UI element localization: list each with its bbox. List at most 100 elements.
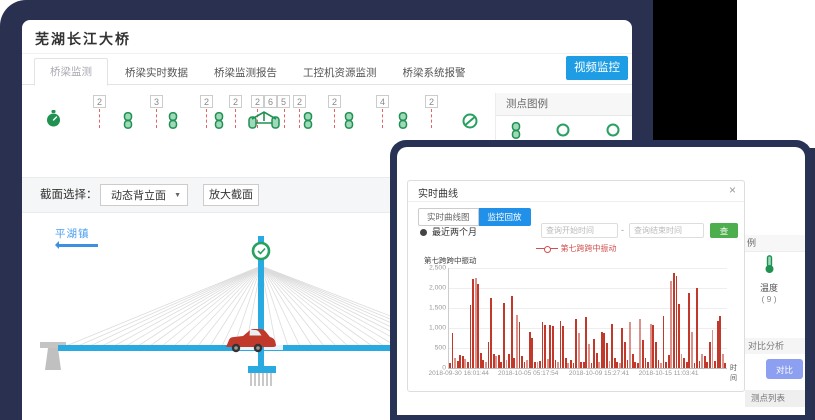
query-start-input[interactable] bbox=[541, 223, 618, 238]
abutment bbox=[40, 342, 66, 348]
sensor-count: 2 bbox=[425, 95, 438, 108]
title-divider bbox=[22, 53, 632, 54]
tab-ipc-resource[interactable]: 工控机资源监测 bbox=[303, 60, 377, 86]
vibration-chart: 第七跨跨中振动 05001,0001,5002,0002,5002018-09-… bbox=[418, 255, 736, 387]
sensor-count-group: 2 bbox=[229, 95, 242, 108]
chart-x-axis-name: 时间 bbox=[730, 363, 737, 383]
y-tick-label: 500 bbox=[435, 345, 446, 352]
temperature-legend-item[interactable]: 温度 ( 9 ) bbox=[749, 255, 789, 304]
section-select-label: 截面选择： bbox=[40, 178, 98, 212]
range-separator: - bbox=[621, 225, 624, 235]
curve-dialog: 实时曲线 × 实时曲线图监控回放 最近两个月 - 查询 第七跨跨中振动 第七跨跨… bbox=[407, 180, 745, 392]
modal-window-content: 实时曲线 × 实时曲线图监控回放 最近两个月 - 查询 第七跨跨中振动 第七跨跨… bbox=[397, 147, 805, 415]
x-tick-label: 2018-10-15 11:03:41 bbox=[639, 370, 699, 377]
sensor-count: 2 bbox=[93, 95, 106, 108]
video-monitor-button[interactable]: 视频监控 bbox=[566, 56, 628, 80]
y-tick-label: 1,500 bbox=[429, 305, 446, 312]
bridge-cluster-sensor-icon[interactable] bbox=[248, 111, 280, 134]
close-icon[interactable]: × bbox=[729, 183, 736, 197]
sensor-count-group: 2 bbox=[93, 95, 106, 108]
zoom-section-button[interactable]: 放大截面 bbox=[203, 184, 259, 206]
x-tick-label: 2018-09-30 16:01:44 bbox=[429, 370, 489, 377]
pylon-sensor-icon[interactable] bbox=[253, 243, 269, 259]
sensor-count: 3 bbox=[150, 95, 163, 108]
sensor-dash-line bbox=[431, 109, 432, 128]
x-tick-label: 2018-10-09 15:27:41 bbox=[569, 370, 629, 377]
tab-realtime-data[interactable]: 桥梁实时数据 bbox=[125, 60, 188, 86]
legend-series-label: 第七跨跨中振动 bbox=[561, 244, 617, 253]
background-black-area bbox=[653, 0, 737, 140]
sensor-count: 5 bbox=[277, 95, 290, 108]
link-sensor-icon[interactable] bbox=[302, 112, 314, 134]
modal-window: 实时曲线 × 实时曲线图监控回放 最近两个月 - 查询 第七跨跨中振动 第七跨跨… bbox=[390, 140, 812, 420]
ban-sensor-icon[interactable] bbox=[462, 113, 478, 134]
page-title: 芜湖长江大桥 bbox=[35, 29, 131, 49]
link-sensor-icon[interactable] bbox=[122, 112, 134, 134]
sensor-dash-line bbox=[235, 109, 236, 128]
dialog-title: 实时曲线 bbox=[418, 185, 458, 200]
sensor-dash-line bbox=[382, 109, 383, 128]
sensor-dash-line bbox=[206, 109, 207, 128]
sensor-count: 4 bbox=[376, 95, 389, 108]
link-sensor-icon[interactable] bbox=[213, 112, 225, 134]
radio-dot-icon bbox=[420, 229, 427, 236]
place-name-label: 平湖镇 bbox=[55, 226, 90, 241]
dialog-header: 实时曲线 × bbox=[408, 181, 744, 202]
sensor-count-group: 3 bbox=[150, 95, 163, 108]
tab-system-alarm[interactable]: 桥梁系统报警 bbox=[403, 60, 466, 86]
chart-plot: 05001,0001,5002,0002,5002018-09-30 16:01… bbox=[448, 268, 727, 369]
sensor-count: 2 bbox=[229, 95, 242, 108]
query-button[interactable]: 查询 bbox=[710, 223, 738, 238]
dialog-tab-bar: 实时曲线图监控回放 bbox=[418, 207, 531, 226]
recent-two-months-radio[interactable]: 最近两个月 bbox=[420, 225, 477, 238]
left-arrow-icon bbox=[58, 244, 98, 247]
background-window-sliver bbox=[737, 0, 815, 148]
point-list-header: 测点列表 bbox=[745, 390, 805, 407]
legend-marker-icon bbox=[536, 245, 558, 252]
tab-realtime-curve[interactable]: 实时曲线图 bbox=[418, 208, 479, 226]
sensor-count-group: 2 6 5 bbox=[251, 95, 290, 108]
main-tab-bar: 桥梁监测桥梁实时数据桥梁监测报告工控机资源监测桥梁系统报警 bbox=[34, 58, 479, 85]
tab-monitor-report[interactable]: 桥梁监测报告 bbox=[214, 60, 277, 86]
sensor-count: 6 bbox=[264, 95, 277, 108]
sensor-dash-line bbox=[284, 109, 285, 128]
sensor-dash-line bbox=[156, 109, 157, 128]
compare-analysis-button[interactable]: 对比分析 bbox=[766, 359, 803, 379]
car bbox=[226, 329, 276, 352]
link-sensor-icon[interactable] bbox=[343, 112, 355, 134]
query-end-input[interactable] bbox=[629, 223, 704, 238]
thermometer-icon bbox=[764, 255, 775, 274]
sensor-dash-line bbox=[299, 109, 300, 128]
x-tick-label: 2018-10-05 05:17:54 bbox=[498, 370, 558, 377]
section-dropdown-value: 动态背立面 bbox=[111, 190, 166, 202]
sensor-count: 2 bbox=[200, 95, 213, 108]
side-legend-header: 例 bbox=[745, 235, 805, 252]
sensor-count: 2 bbox=[251, 95, 264, 108]
link-sensor-icon[interactable] bbox=[397, 112, 409, 134]
temperature-count: ( 9 ) bbox=[749, 294, 789, 304]
temperature-label: 温度 bbox=[749, 281, 789, 294]
sensor-count-group: 2 bbox=[293, 95, 306, 108]
chevron-down-icon: ▼ bbox=[174, 185, 181, 207]
chart-legend[interactable]: 第七跨跨中振动 bbox=[408, 243, 744, 254]
tab-bridge-monitor[interactable]: 桥梁监测 bbox=[34, 58, 108, 86]
sensor-count: 2 bbox=[293, 95, 306, 108]
link-sensor-icon[interactable] bbox=[167, 112, 179, 134]
tab-monitor-playback[interactable]: 监控回放 bbox=[479, 208, 531, 226]
stopwatch-sensor-icon[interactable] bbox=[46, 110, 61, 132]
y-tick-label: 1,000 bbox=[429, 325, 446, 332]
sensor-count-group: 2 bbox=[425, 95, 438, 108]
section-dropdown[interactable]: 动态背立面 ▼ bbox=[100, 184, 188, 206]
y-tick-label: 2,000 bbox=[429, 285, 446, 292]
pylon-piles bbox=[251, 373, 271, 386]
sensor-count-group: 2 bbox=[328, 95, 341, 108]
sensor-count: 2 bbox=[328, 95, 341, 108]
bridge-pylon bbox=[258, 236, 264, 368]
radio-label: 最近两个月 bbox=[432, 227, 477, 237]
sensor-count-group: 2 bbox=[200, 95, 213, 108]
sensor-dash-line bbox=[334, 109, 335, 128]
sensor-dash-line bbox=[99, 109, 100, 128]
legend-panel-title: 测点图例 bbox=[496, 93, 632, 116]
compare-section-header: 对比分析 bbox=[745, 338, 805, 354]
sensor-count-group: 4 bbox=[376, 95, 389, 108]
